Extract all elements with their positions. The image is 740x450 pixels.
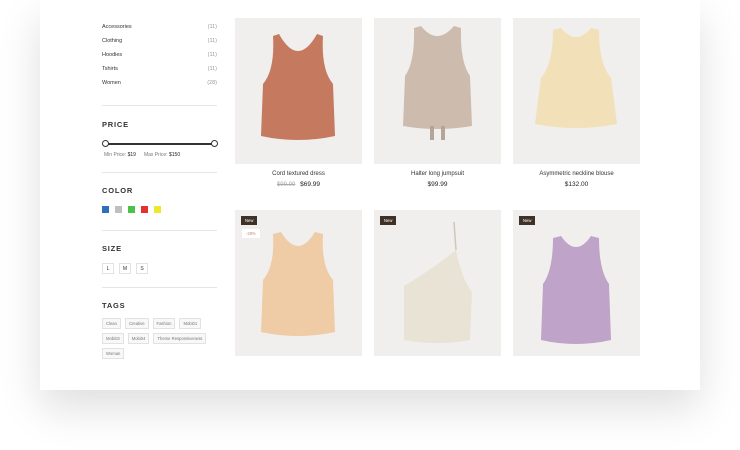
color-swatch-gray[interactable] bbox=[115, 206, 122, 213]
price-slider-min-handle[interactable] bbox=[102, 140, 109, 147]
size-option-m[interactable]: M bbox=[119, 263, 131, 274]
tag-cloud: Clean Creative Fashion Mobi01 Mobi03 Mob… bbox=[102, 318, 218, 359]
product-price: $132.00 bbox=[513, 181, 640, 188]
category-item-women[interactable]: Women (28) bbox=[102, 76, 217, 90]
product-price: $99.99 $69.99 bbox=[235, 181, 362, 188]
tag-link[interactable]: Woman bbox=[102, 348, 125, 359]
color-swatch-blue[interactable] bbox=[102, 206, 109, 213]
product-card[interactable]: Cord textured dress $99.99 $69.99 bbox=[235, 18, 362, 188]
color-swatches bbox=[102, 206, 161, 213]
size-title: SIZE bbox=[102, 244, 122, 253]
category-list: Accessories (11) Clothing (11) Hoodies (… bbox=[102, 20, 217, 90]
product-image[interactable]: New -28% bbox=[235, 210, 362, 356]
color-swatch-red[interactable] bbox=[141, 206, 148, 213]
discount-badge: -28% bbox=[241, 228, 261, 239]
divider bbox=[102, 172, 217, 173]
product-current-price: $132.00 bbox=[564, 181, 589, 188]
category-count: (11) bbox=[207, 24, 217, 30]
tag-link[interactable]: Mobi04 bbox=[127, 333, 150, 344]
size-options: L M S bbox=[102, 263, 148, 274]
category-count: (11) bbox=[207, 66, 217, 72]
tank-top-garment bbox=[403, 26, 472, 129]
tank-top-garment bbox=[261, 232, 335, 336]
category-count: (28) bbox=[207, 80, 217, 86]
color-swatch-yellow[interactable] bbox=[154, 206, 161, 213]
tag-link[interactable]: Mobi03 bbox=[102, 333, 124, 344]
size-option-s[interactable]: S bbox=[136, 263, 148, 274]
tank-top-garment bbox=[404, 250, 472, 343]
product-card[interactable]: New bbox=[374, 210, 501, 356]
product-card[interactable]: New -28% bbox=[235, 210, 362, 356]
category-item-tshirts[interactable]: Tshirts (11) bbox=[102, 62, 217, 76]
price-title: PRICE bbox=[102, 120, 129, 129]
price-slider-max-handle[interactable] bbox=[211, 140, 218, 147]
product-card[interactable]: Asymmetric neckline blouse $132.00 bbox=[513, 18, 640, 188]
product-image[interactable] bbox=[513, 18, 640, 164]
product-image[interactable]: New bbox=[513, 210, 640, 356]
product-image[interactable] bbox=[374, 18, 501, 164]
new-badge: New bbox=[241, 216, 258, 225]
min-price: Min Price: $19 bbox=[104, 152, 136, 158]
category-label: Tshirts bbox=[102, 66, 118, 72]
color-swatch-green[interactable] bbox=[128, 206, 135, 213]
category-count: (11) bbox=[207, 38, 217, 44]
color-title: COLOR bbox=[102, 186, 134, 195]
category-item-clothing[interactable]: Clothing (11) bbox=[102, 34, 217, 48]
category-count: (11) bbox=[207, 52, 217, 58]
new-badge: New bbox=[380, 216, 397, 225]
tag-link[interactable]: Clean bbox=[102, 318, 121, 329]
shop-page: Accessories (11) Clothing (11) Hoodies (… bbox=[40, 0, 700, 390]
product-old-price: $99.99 bbox=[276, 182, 296, 188]
category-item-accessories[interactable]: Accessories (11) bbox=[102, 20, 217, 34]
tank-top-garment bbox=[535, 28, 617, 128]
product-name[interactable]: Cord textured dress bbox=[235, 171, 362, 177]
product-image[interactable]: New bbox=[374, 210, 501, 356]
divider bbox=[102, 287, 217, 288]
product-current-price: $99.99 bbox=[427, 181, 448, 188]
divider bbox=[102, 105, 217, 106]
price-range-readout: Min Price: $19 Max Price: $150 bbox=[104, 152, 180, 158]
tank-top-garment bbox=[541, 236, 611, 344]
price-slider-track[interactable] bbox=[104, 143, 214, 145]
product-price: $99.99 bbox=[374, 181, 501, 188]
tags-title: TAGS bbox=[102, 301, 126, 310]
category-label: Clothing bbox=[102, 38, 123, 44]
max-price: Max Price: $150 bbox=[143, 152, 181, 158]
divider bbox=[102, 230, 217, 231]
new-badge: New bbox=[519, 216, 536, 225]
category-label: Accessories bbox=[102, 24, 132, 30]
product-image[interactable] bbox=[235, 18, 362, 164]
category-label: Women bbox=[102, 80, 121, 86]
size-option-l[interactable]: L bbox=[102, 263, 114, 274]
tag-link[interactable]: Fashion bbox=[152, 318, 176, 329]
tag-link[interactable]: Creative bbox=[124, 318, 149, 329]
product-card[interactable]: New bbox=[513, 210, 640, 356]
tag-link[interactable]: Mobi01 bbox=[179, 318, 202, 329]
product-card[interactable]: Halter long jumpsuit $99.99 bbox=[374, 18, 501, 188]
product-name[interactable]: Asymmetric neckline blouse bbox=[513, 171, 640, 177]
category-item-hoodies[interactable]: Hoodies (11) bbox=[102, 48, 217, 62]
category-label: Hoodies bbox=[102, 52, 123, 58]
product-name[interactable]: Halter long jumpsuit bbox=[374, 171, 501, 177]
tag-link[interactable]: Theme Responsiveness bbox=[153, 333, 207, 344]
tank-top-garment bbox=[261, 34, 335, 140]
product-current-price: $69.99 bbox=[300, 181, 321, 188]
